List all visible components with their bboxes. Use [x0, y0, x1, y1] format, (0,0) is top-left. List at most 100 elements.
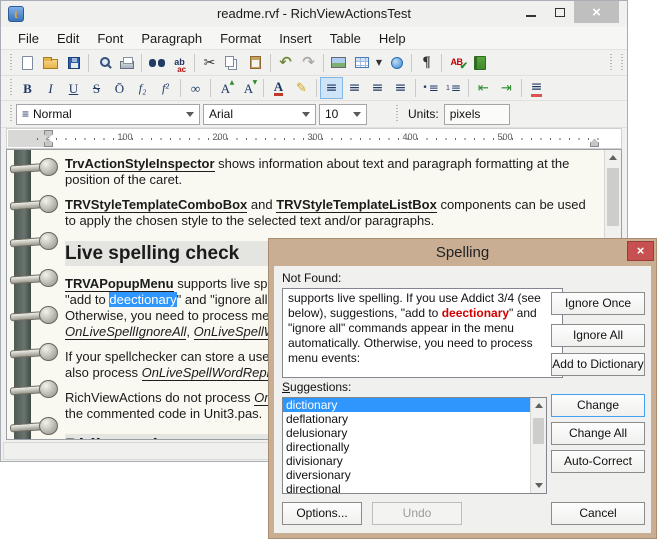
justify-button[interactable]: ≡	[389, 77, 412, 99]
print-button[interactable]	[115, 52, 138, 74]
change-all-button[interactable]: Change All	[551, 422, 645, 445]
minimize-button[interactable]	[516, 1, 545, 23]
scrollbar-thumb[interactable]	[607, 168, 619, 226]
suggestions-scrollbar[interactable]	[530, 398, 546, 493]
copy-button[interactable]	[221, 52, 244, 74]
align-center-button[interactable]: ≡	[343, 77, 366, 99]
menu-help[interactable]: Help	[370, 28, 415, 49]
subscript-button[interactable]: f₂	[131, 77, 154, 99]
italic-button[interactable]: I	[39, 77, 62, 99]
increase-indent-button[interactable]: ⇥	[495, 77, 518, 99]
add-to-dictionary-button[interactable]: Add to Dictionary	[551, 353, 645, 376]
menu-edit[interactable]: Edit	[48, 28, 88, 49]
show-formatting-marks-button[interactable]: ¶	[415, 52, 438, 74]
style-combobox[interactable]: ≡ Normal	[16, 104, 200, 125]
decrease-indent-button[interactable]: ⇤	[472, 77, 495, 99]
ignore-all-button[interactable]: Ignore All	[551, 324, 645, 347]
undo-button[interactable]: ↶	[274, 52, 297, 74]
font-color-button[interactable]: A	[267, 77, 290, 99]
insert-picture-button[interactable]	[327, 52, 350, 74]
units-combobox[interactable]: pixels	[444, 104, 510, 125]
print-preview-button[interactable]	[92, 52, 115, 74]
find-replace-button[interactable]: ab	[168, 52, 191, 74]
thesaurus-button[interactable]	[468, 52, 491, 74]
menu-table[interactable]: Table	[321, 28, 370, 49]
auto-correct-button[interactable]: Auto-Correct	[551, 450, 645, 473]
align-right-button[interactable]: ≡	[366, 77, 389, 99]
suggestions-label: Suggestions:	[282, 380, 351, 394]
suggestion-item[interactable]: delusionary	[283, 426, 546, 440]
insert-table-dropdown[interactable]: ▼	[373, 52, 385, 74]
insert-table-button[interactable]	[350, 52, 373, 74]
menu-insert[interactable]: Insert	[270, 28, 321, 49]
find-replace-icon: ab	[174, 58, 185, 67]
bold-button[interactable]: B	[16, 77, 39, 99]
suggestion-item[interactable]: directionally	[283, 440, 546, 454]
toolbar-formatting: BIUSŌf₂f²∞AAA✎≡≡≡≡≡≡⇤⇥≡	[1, 76, 627, 101]
change-button[interactable]: Change	[551, 394, 645, 417]
underline-button[interactable]: U	[62, 77, 85, 99]
maximize-button[interactable]	[545, 1, 574, 23]
undo-button[interactable]: Undo	[372, 502, 462, 525]
new-document-button[interactable]	[16, 52, 39, 74]
overline-button[interactable]: Ō	[108, 77, 131, 99]
menu-file[interactable]: File	[9, 28, 48, 49]
suggestions-listbox[interactable]: dictionarydeflationarydelusionarydirecti…	[282, 397, 547, 494]
toolbar-gripper[interactable]	[8, 54, 13, 72]
suggestion-item[interactable]: diversionary	[283, 468, 546, 482]
binding-ring-icon	[8, 195, 58, 212]
maximize-icon	[555, 8, 565, 17]
menu-paragraph[interactable]: Paragraph	[132, 28, 211, 49]
toolbar-gripper[interactable]	[619, 54, 624, 72]
dialog-close-button[interactable]: ×	[627, 241, 654, 261]
toolbar-gripper[interactable]	[8, 105, 13, 123]
font-size-combobox[interactable]: 10	[319, 104, 367, 125]
menu-font[interactable]: Font	[88, 28, 132, 49]
horizontal-ruler[interactable]: 100200300400500	[6, 128, 622, 149]
grow-font-button[interactable]: A	[214, 77, 237, 99]
toolbar-gripper[interactable]	[8, 79, 13, 97]
title-bar[interactable]: t readme.rvf - RichViewActionsTest ×	[1, 1, 627, 27]
options-button[interactable]: Options...	[282, 502, 362, 525]
right-indent-marker[interactable]	[590, 139, 599, 147]
toolbar-gripper[interactable]	[608, 54, 613, 72]
dialog-title: Spelling	[269, 239, 656, 266]
highlight-icon: ✎	[296, 82, 307, 95]
text-run: TRVStyleTemplateComboBox	[65, 197, 247, 213]
find-button[interactable]	[145, 52, 168, 74]
numbering-button[interactable]: ≡	[442, 77, 465, 99]
ignore-once-button[interactable]: Ignore Once	[551, 292, 645, 315]
scroll-down-button[interactable]	[531, 478, 546, 493]
suggestion-item[interactable]: directional	[283, 482, 546, 494]
font-combobox[interactable]: Arial	[203, 104, 316, 125]
spell-icon: AB	[451, 58, 463, 67]
suggestion-item[interactable]: divisionary	[283, 454, 546, 468]
save-button[interactable]	[62, 52, 85, 74]
paragraph-color-button[interactable]: ≡	[525, 77, 548, 99]
bullets-button[interactable]: ≡	[419, 77, 442, 99]
not-found-textbox[interactable]: supports live spelling. If you use Addic…	[282, 288, 563, 378]
insert-hyperlink-button[interactable]	[385, 52, 408, 74]
shrink-font-button[interactable]: A	[237, 77, 260, 99]
close-button[interactable]: ×	[574, 1, 619, 23]
suggestion-item[interactable]: deflationary	[283, 412, 546, 426]
menu-format[interactable]: Format	[211, 28, 270, 49]
highlight-button[interactable]: ✎	[290, 77, 313, 99]
open-button[interactable]	[39, 52, 62, 74]
toolbar-gripper[interactable]	[394, 105, 399, 123]
superscript-button[interactable]: f²	[154, 77, 177, 99]
globe-icon	[391, 57, 403, 69]
cut-button[interactable]: ✂	[198, 52, 221, 74]
align-left-button[interactable]: ≡	[320, 77, 343, 99]
scroll-up-button[interactable]	[605, 150, 621, 165]
spell-check-button[interactable]: AB	[445, 52, 468, 74]
scroll-up-button[interactable]	[531, 398, 546, 413]
scrollbar-thumb[interactable]	[533, 418, 544, 444]
special-characters-button[interactable]: ∞	[184, 77, 207, 99]
paste-button[interactable]	[244, 52, 267, 74]
cancel-button[interactable]: Cancel	[551, 502, 645, 525]
redo-button[interactable]: ↷	[297, 52, 320, 74]
suggestion-item[interactable]: dictionary	[283, 398, 546, 412]
toolbar-separator	[441, 54, 442, 72]
strikethrough-button[interactable]: S	[85, 77, 108, 99]
